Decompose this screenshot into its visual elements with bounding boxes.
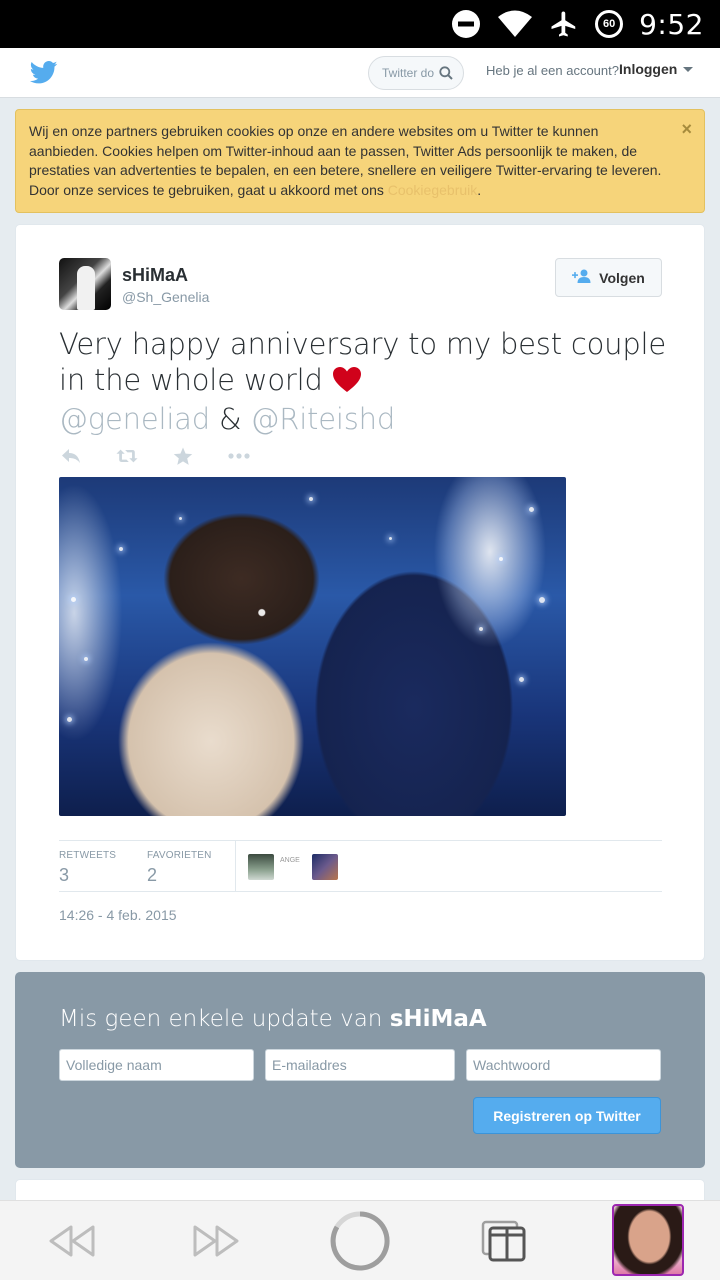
search-icon[interactable] <box>439 66 453 85</box>
avatar[interactable] <box>59 258 111 310</box>
register-button[interactable]: Registreren op Twitter <box>473 1097 661 1134</box>
battery-icon: 60 <box>595 10 624 38</box>
clock: 9:52 <box>639 7 704 41</box>
status-bar: 60 9:52 <box>0 0 720 48</box>
favorited-by-list: ANGE <box>248 854 338 880</box>
retweet-icon[interactable] <box>116 446 138 466</box>
heart-icon <box>332 365 362 401</box>
tweet-photo[interactable] <box>59 477 566 816</box>
tweet-body: Very happy anniversary to my best couple… <box>59 327 667 397</box>
signup-title: Mis geen enkele update van sHiMaA <box>59 1006 487 1032</box>
search-input[interactable] <box>382 66 434 80</box>
divider <box>235 841 236 891</box>
tweet-card: sHiMaA @Sh_Genelia Volgen Very happy ann… <box>15 224 705 961</box>
wifi-icon <box>497 10 533 38</box>
tweet-timestamp[interactable]: 14:26 - 4 feb. 2015 <box>59 907 177 923</box>
loading-spinner-icon[interactable] <box>328 1201 392 1280</box>
airplane-icon <box>549 9 579 39</box>
search-box[interactable] <box>368 56 464 90</box>
login-dropdown[interactable]: Inloggen <box>619 61 694 77</box>
favorites-label: FAVORIETEN <box>147 850 212 861</box>
tweet-stats: RETWEETS 3 FAVORIETEN 2 ANGE <box>59 840 662 892</box>
email-field[interactable] <box>265 1049 455 1081</box>
mention-link[interactable]: @geneliad <box>59 402 210 436</box>
add-user-icon <box>572 269 592 286</box>
avatar[interactable] <box>248 854 274 880</box>
full-name-field[interactable] <box>59 1049 254 1081</box>
fast-forward-icon[interactable] <box>188 1201 244 1280</box>
favorite-star-icon[interactable] <box>172 446 194 466</box>
tabs-icon[interactable] <box>478 1201 530 1280</box>
rewind-icon[interactable] <box>44 1201 100 1280</box>
do-not-disturb-icon <box>451 9 481 39</box>
ampersand: & <box>219 402 242 436</box>
retweets-stat[interactable]: RETWEETS 3 <box>59 850 116 886</box>
user-name[interactable]: sHiMaA <box>122 265 188 286</box>
retweets-count: 3 <box>59 865 70 885</box>
retweets-label: RETWEETS <box>59 850 117 861</box>
follow-button[interactable]: Volgen <box>555 258 662 297</box>
avatar[interactable]: ANGE <box>280 854 306 880</box>
chevron-down-icon <box>683 66 694 72</box>
user-handle[interactable]: @Sh_Genelia <box>122 289 209 305</box>
tweet-actions <box>60 446 250 466</box>
mention-link[interactable]: @Riteishd <box>250 402 395 436</box>
signup-title-prefix: Mis geen enkele update van <box>59 1006 390 1032</box>
cookie-banner: Wij en onze partners gebruiken cookies o… <box>15 109 705 213</box>
top-nav: Heb je al een account? Inloggen <box>0 48 720 98</box>
signup-panel: Mis geen enkele update van sHiMaA Regist… <box>15 972 705 1168</box>
favorites-count: 2 <box>147 865 158 885</box>
browser-bottom-bar <box>0 1200 720 1280</box>
signup-title-name: sHiMaA <box>389 1006 487 1032</box>
close-icon[interactable]: × <box>681 119 692 140</box>
cookie-policy-link[interactable]: Cookiegebruik <box>388 182 478 198</box>
more-options-icon[interactable] <box>228 446 250 466</box>
account-prompt: Heb je al een account? <box>486 63 619 78</box>
cookie-text: Wij en onze partners gebruiken cookies o… <box>29 123 662 198</box>
cookie-suffix: . <box>477 181 482 198</box>
password-field[interactable] <box>466 1049 661 1081</box>
avatar[interactable] <box>312 854 338 880</box>
avatar[interactable] <box>612 1204 684 1276</box>
follow-label: Volgen <box>599 269 645 286</box>
reply-icon[interactable] <box>60 446 82 466</box>
login-label: Inloggen <box>619 61 678 77</box>
favorites-stat[interactable]: FAVORIETEN 2 <box>147 850 212 886</box>
tweet-text: Very happy anniversary to my best couple… <box>59 326 679 437</box>
twitter-bird-icon[interactable] <box>29 61 58 89</box>
